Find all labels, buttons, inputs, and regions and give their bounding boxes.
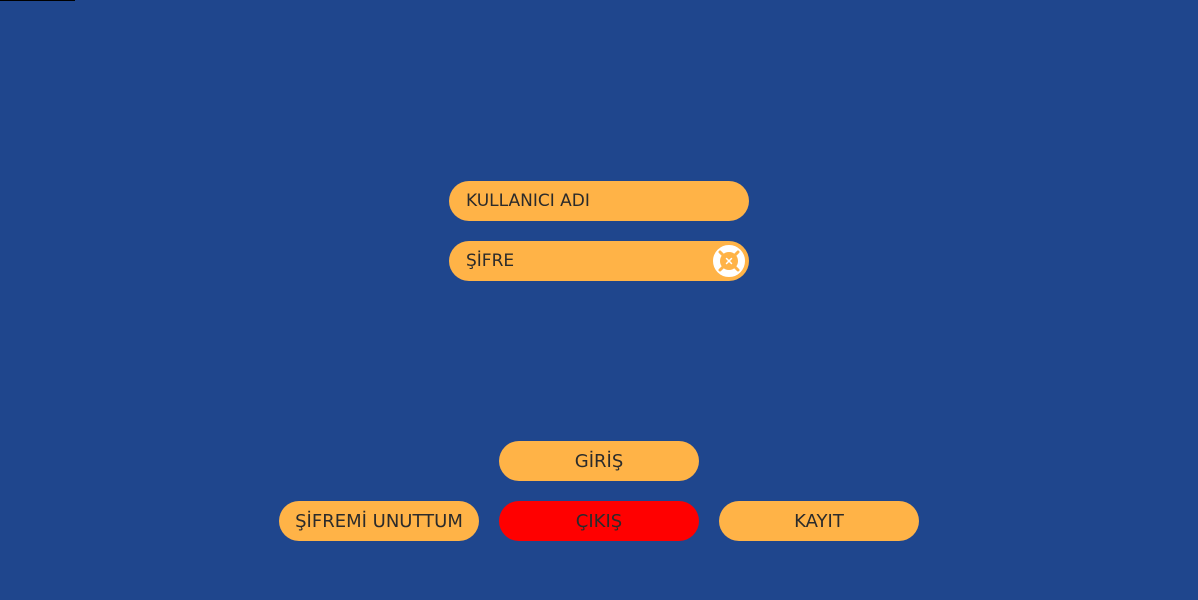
username-placeholder: KULLANICI ADI: [466, 191, 590, 211]
forgot-password-button-label: ŞİFREMİ UNUTTUM: [295, 510, 463, 532]
username-input[interactable]: KULLANICI ADI: [449, 181, 749, 221]
login-button[interactable]: GİRİŞ: [499, 441, 699, 481]
password-input[interactable]: ŞİFRE: [449, 241, 749, 281]
register-button[interactable]: KAYIT: [719, 501, 919, 541]
lifebuoy-icon[interactable]: [711, 243, 747, 279]
exit-button[interactable]: ÇIKIŞ: [499, 501, 699, 541]
window-edge-line: [0, 0, 75, 1]
login-button-label: GİRİŞ: [574, 450, 624, 472]
exit-button-label: ÇIKIŞ: [575, 510, 623, 532]
register-button-label: KAYIT: [794, 510, 844, 532]
password-placeholder: ŞİFRE: [466, 251, 515, 271]
forgot-password-button[interactable]: ŞİFREMİ UNUTTUM: [279, 501, 479, 541]
login-screen: KULLANICI ADI ŞİFRE GİRİŞ ŞİFREMİ UNUTTU…: [0, 0, 1198, 600]
